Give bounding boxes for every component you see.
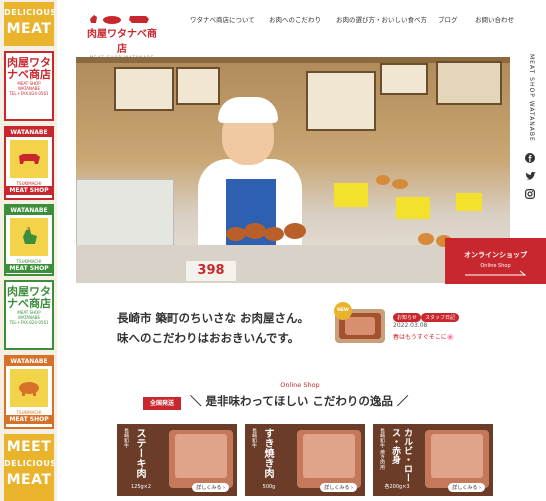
section-label: Online Shop xyxy=(280,381,320,389)
side-vertical-brand: MEAT SHOP WATANABE xyxy=(528,54,535,142)
pig-icon xyxy=(10,369,48,407)
banner-pork[interactable]: WATANABE TSUKIMACHI MEAT SHOP xyxy=(4,355,54,429)
nav-contact[interactable]: お問い合わせ xyxy=(475,14,514,24)
banner-delicious-meat[interactable]: DELICIOUS MEAT xyxy=(4,2,54,46)
section-headline: ＼ 是非味わってほしい こだわりの逸品 ／ xyxy=(190,394,409,408)
intro-line-1: 長崎市 築町のちいさな お肉屋さん。 xyxy=(117,311,310,325)
product-card-steak[interactable]: 長崎和牛 ステーキ肉 125g×2 詳しくみる › xyxy=(117,424,237,496)
product-more-button[interactable]: 詳しくみる › xyxy=(320,483,357,492)
news-date: 2022.03.08 xyxy=(393,322,428,329)
news-tag-notice[interactable]: お知らせ xyxy=(393,313,421,322)
banner-beef[interactable]: WATANABE TSUKIMACHI MEAT SHOP xyxy=(4,126,54,200)
animals-logo-icon xyxy=(90,15,149,24)
twitter-icon[interactable] xyxy=(524,170,536,182)
news-title[interactable]: 春はもうすぐそこに🌸 xyxy=(393,332,454,341)
banner-chicken[interactable]: WATANABE TSUKIMACHI MEAT SHOP xyxy=(4,204,54,276)
banner-watanabe-shop-green[interactable]: 肉屋ワタナベ商店 MEAT SHOP WATANABE TEL＋FAX.824-… xyxy=(4,280,54,350)
nav-how-to-choose[interactable]: お肉の選び方・おいしい食べ方 xyxy=(336,14,427,24)
instagram-icon[interactable] xyxy=(524,188,536,200)
hero-price-tag: 398 xyxy=(186,261,236,281)
chicken-icon xyxy=(10,218,48,256)
online-shop-button[interactable]: オンラインショップ Online Shop xyxy=(445,238,546,284)
intro-line-2: 味へのこだわりはおおきいんです。 xyxy=(117,331,300,345)
left-banner-column: DELICIOUS MEAT 肉屋ワタナベ商店 MEAT SHOP WATANA… xyxy=(0,0,57,501)
nav-about[interactable]: ワタナベ商店について xyxy=(190,14,255,24)
news-tag-staff-diary[interactable]: スタッフ日記 xyxy=(421,313,460,322)
arrow-right-icon xyxy=(465,270,527,276)
banner-meet-meat[interactable]: MEET DELICIOUS MEAT xyxy=(4,434,54,501)
product-card-sukiyaki[interactable]: 長崎和牛 すき焼き肉 500g 詳しくみる › xyxy=(245,424,365,496)
product-card-yakiniku[interactable]: 長崎和牛 焼き肉用 カルビ・ロース・赤身 各200g×3 詳しくみる › xyxy=(373,424,493,496)
site-logo[interactable]: 肉屋ワタナベ商店 MEAT SHOP WATANABE xyxy=(84,11,160,60)
product-more-button[interactable]: 詳しくみる › xyxy=(448,483,485,492)
product-more-button[interactable]: 詳しくみる › xyxy=(192,483,229,492)
nav-blog[interactable]: ブログ xyxy=(438,14,458,24)
facebook-icon[interactable] xyxy=(524,152,536,164)
banner-watanabe-shop[interactable]: 肉屋ワタナベ商店 MEAT SHOP WATANABE TEL＋FAX.824-… xyxy=(4,51,54,121)
cow-icon xyxy=(10,140,48,178)
nationwide-shipping-badge: 全国発送 xyxy=(143,397,181,410)
news-thumbnail[interactable]: NEW xyxy=(334,302,385,343)
nav-commitment[interactable]: お肉へのこだわり xyxy=(269,14,321,24)
